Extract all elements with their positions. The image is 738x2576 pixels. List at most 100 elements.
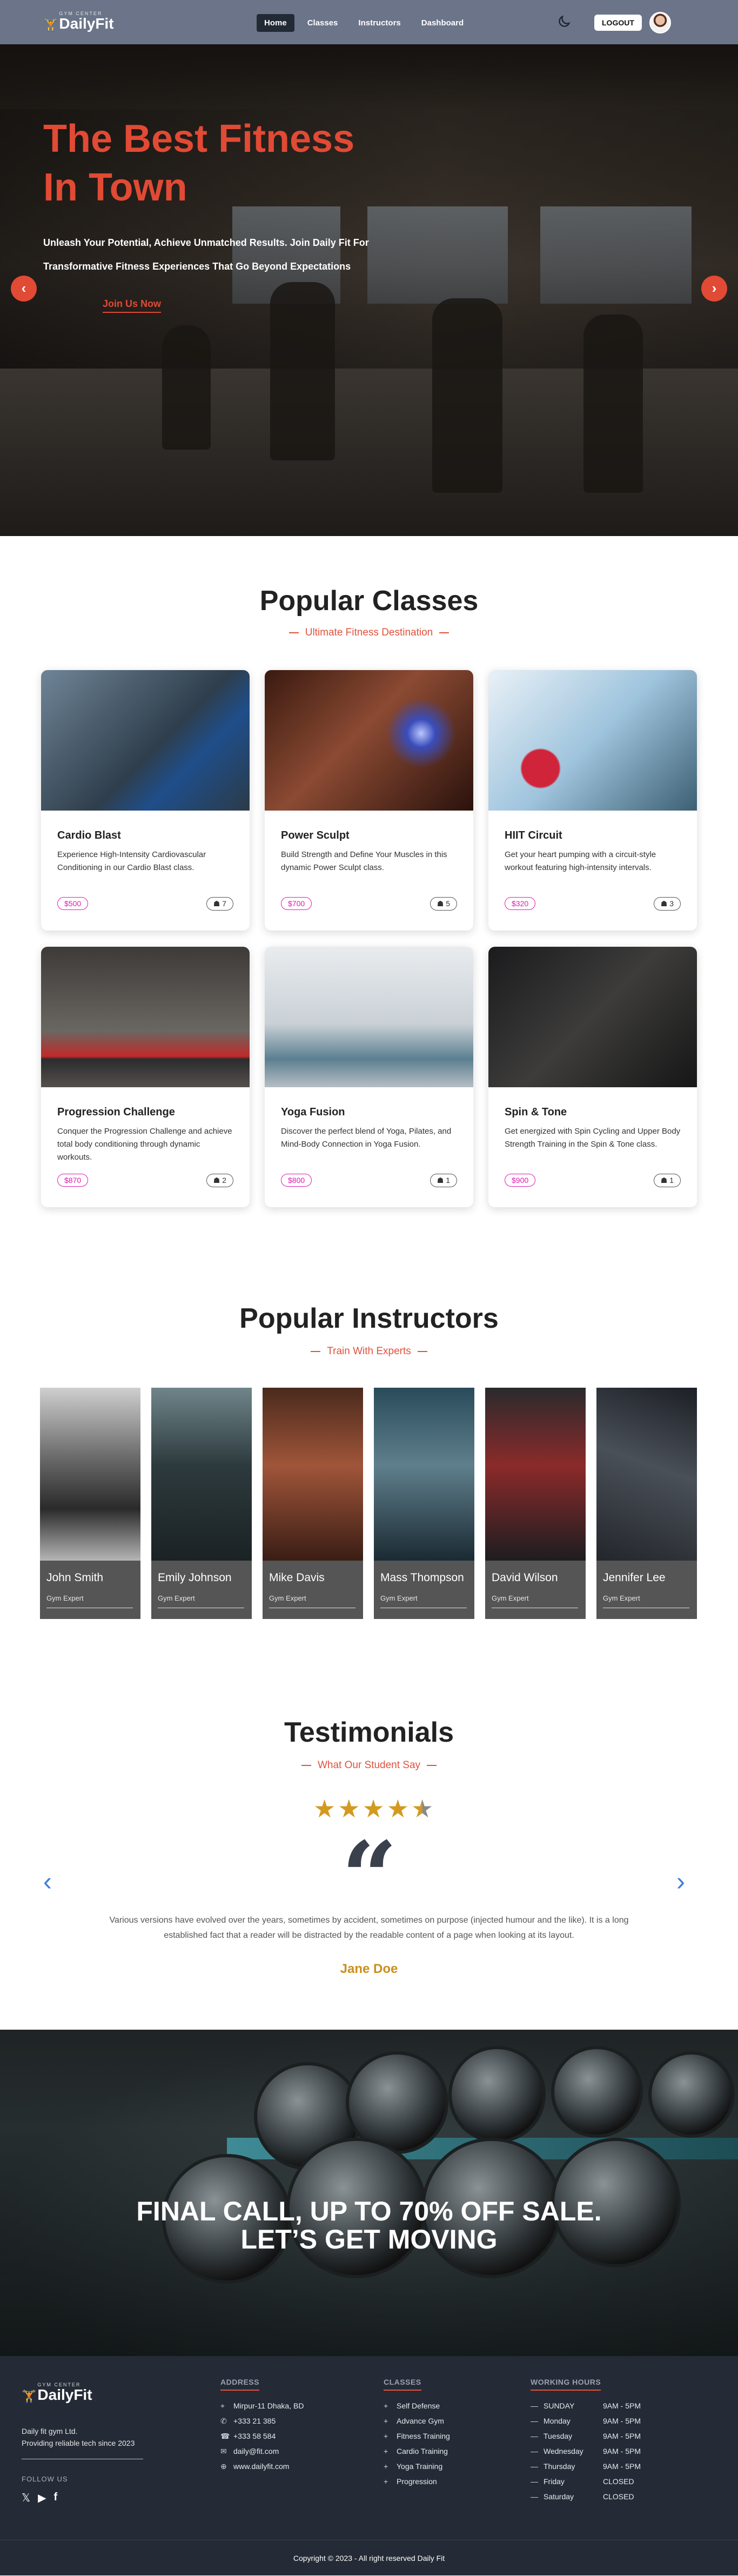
instructor-name: Jennifer Lee	[603, 1571, 666, 1584]
address-item[interactable]: ✉ daily@fit.com	[220, 2444, 304, 2459]
sale-heading: FINAL CALL, UP TO 70% OFF SALE. LET’S GET…	[136, 2196, 602, 2254]
class-image	[488, 670, 697, 811]
seats-badge: ☗ 2	[206, 1174, 233, 1187]
hero-prev-arrow-icon[interactable]: ‹	[11, 276, 37, 302]
instructor-card[interactable]: David Wilson Gym Expert	[485, 1388, 586, 1619]
logo-text: DailyFit	[59, 15, 114, 32]
hours-row: — Thursday 9AM - 5PM	[531, 2459, 641, 2474]
twitter-icon[interactable]: 𝕏	[22, 2491, 30, 2505]
price-badge: $500	[57, 897, 89, 910]
instructor-photo	[40, 1388, 140, 1561]
footer-class-link[interactable]: + Progression	[384, 2474, 450, 2489]
class-card[interactable]: Power Sculpt Build Strength and Define Y…	[265, 670, 473, 931]
seat-icon: ☗	[660, 1176, 670, 1185]
site-logo[interactable]: 🏋 GYM CENTER DailyFit	[43, 11, 114, 31]
facebook-icon[interactable]: f	[54, 2491, 58, 2505]
class-card[interactable]: Cardio Blast Experience High-Intensity C…	[41, 670, 250, 931]
dumbbell-logo-icon: 🏋	[22, 2390, 37, 2403]
moon-icon[interactable]	[556, 14, 572, 29]
instructor-card[interactable]: Jennifer Lee Gym Expert	[596, 1388, 697, 1619]
phone-icon: ✆	[220, 2417, 227, 2425]
star-icon: ★	[338, 1795, 360, 1823]
youtube-icon[interactable]: ▶	[38, 2491, 46, 2505]
seat-icon: ☗	[213, 899, 223, 908]
instructor-role: Gym Expert	[158, 1594, 244, 1608]
class-card[interactable]: HIIT Circuit Get your heart pumping with…	[488, 670, 697, 931]
footer-class-link[interactable]: + Cardio Training	[384, 2444, 450, 2459]
sale-banner: FINAL CALL, UP TO 70% OFF SALE. LET’S GET…	[0, 2030, 738, 2356]
nav-link-classes[interactable]: Classes	[300, 14, 346, 32]
avatar[interactable]	[649, 12, 671, 34]
class-name: HIIT Circuit	[505, 829, 562, 841]
instructor-name: John Smith	[46, 1571, 104, 1584]
seats-badge: ☗ 1	[430, 1174, 457, 1187]
hours-row: — Friday CLOSED	[531, 2474, 641, 2489]
nav-link-home[interactable]: Home	[257, 14, 294, 32]
instructor-card[interactable]: Mass Thompson Gym Expert	[374, 1388, 474, 1619]
class-card[interactable]: Yoga Fusion Discover the perfect blend o…	[265, 947, 473, 1207]
class-name: Progression Challenge	[57, 1106, 175, 1118]
logo-small-text: GYM CENTER	[59, 11, 103, 16]
nav-link-instructors[interactable]: Instructors	[351, 14, 408, 32]
class-desc: Get your heart pumping with a circuit-st…	[505, 850, 656, 872]
hero-next-arrow-icon[interactable]: ›	[701, 276, 727, 302]
footer-class-link[interactable]: + Fitness Training	[384, 2428, 450, 2444]
seats-badge: ☗ 1	[653, 1174, 681, 1187]
footer-tagline: Daily fit gym Ltd. Providing reliable tec…	[22, 2427, 135, 2447]
instructor-name: Mike Davis	[269, 1571, 325, 1584]
top-navbar: 🏋 GYM CENTER DailyFit Home Classes Instr…	[0, 0, 738, 44]
hours-row: — SUNDAY 9AM - 5PM	[531, 2398, 641, 2413]
seats-badge: ☗ 3	[653, 897, 681, 911]
footer-classes: CLASSES + Self Defense + Advance Gym + Fitn…	[384, 2378, 450, 2489]
instructor-role: Gym Expert	[269, 1594, 355, 1608]
instructor-name: David Wilson	[492, 1571, 558, 1584]
seat-icon: ☗	[213, 1176, 223, 1185]
testimonials-subtitle: What Our Student Say	[0, 1759, 738, 1771]
testimonial-next-icon[interactable]: ›	[676, 1867, 685, 1897]
footer: 🏋 GYM CENTER DailyFit Daily fit gym Ltd.…	[0, 2356, 738, 2575]
nav-link-dashboard[interactable]: Dashboard	[414, 14, 471, 32]
dash-icon: —	[531, 2401, 538, 2410]
footer-logo[interactable]: 🏋 GYM CENTER DailyFit	[22, 2382, 92, 2403]
half-star-icon: ★	[411, 1795, 434, 1823]
join-us-button[interactable]: Join Us Now	[103, 298, 162, 313]
class-image	[488, 947, 697, 1087]
instructor-photo	[263, 1388, 363, 1561]
instructors-subtitle: Train With Experts	[0, 1346, 738, 1357]
instructor-role: Gym Expert	[603, 1594, 689, 1608]
instructor-name: Mass Thompson	[380, 1571, 464, 1584]
seat-icon: ☗	[437, 899, 446, 908]
star-icon: ★	[362, 1795, 385, 1823]
address-item: ✆ +333 21 385	[220, 2413, 304, 2428]
instructor-photo	[485, 1388, 586, 1561]
classes-title: Popular Classes	[259, 585, 479, 617]
logo-text: DailyFit	[37, 2386, 92, 2403]
price-badge: $800	[281, 1174, 312, 1187]
instructor-card[interactable]: Mike Davis Gym Expert	[263, 1388, 363, 1619]
class-image	[265, 670, 473, 811]
mail-icon: ✉	[220, 2447, 227, 2455]
footer-class-link[interactable]: + Advance Gym	[384, 2413, 450, 2428]
star-icon: ★	[313, 1795, 336, 1823]
address-item: ☎ +333 58 584	[220, 2428, 304, 2444]
class-card[interactable]: Progression Challenge Conquer the Progre…	[41, 947, 250, 1207]
address-item[interactable]: ⊕ www.dailyfit.com	[220, 2459, 304, 2474]
instructor-card[interactable]: Emily Johnson Gym Expert	[151, 1388, 252, 1619]
footer-hours: WORKING HOURS — SUNDAY 9AM - 5PM — Monday 9A…	[531, 2378, 641, 2504]
location-icon: ⌖	[220, 2401, 225, 2410]
globe-icon: ⊕	[220, 2462, 227, 2471]
instructor-card[interactable]: John Smith Gym Expert	[40, 1388, 140, 1619]
class-image	[265, 947, 473, 1087]
class-name: Spin & Tone	[505, 1106, 567, 1118]
address-item: ⌖ Mirpur-11 Dhaka, BD	[220, 2398, 304, 2413]
plus-icon: +	[384, 2401, 388, 2410]
class-name: Power Sculpt	[281, 829, 350, 841]
quote-icon: “	[341, 1821, 398, 1935]
class-card[interactable]: Spin & Tone Get energized with Spin Cycl…	[488, 947, 697, 1207]
footer-class-link[interactable]: + Self Defense	[384, 2398, 450, 2413]
footer-class-link[interactable]: + Yoga Training	[384, 2459, 450, 2474]
testimonial-prev-icon[interactable]: ‹	[43, 1867, 52, 1897]
dash-icon: —	[531, 2477, 538, 2486]
logout-button[interactable]: LOGOUT	[594, 15, 642, 31]
class-desc: Experience High-Intensity Cardiovascular…	[57, 850, 206, 872]
